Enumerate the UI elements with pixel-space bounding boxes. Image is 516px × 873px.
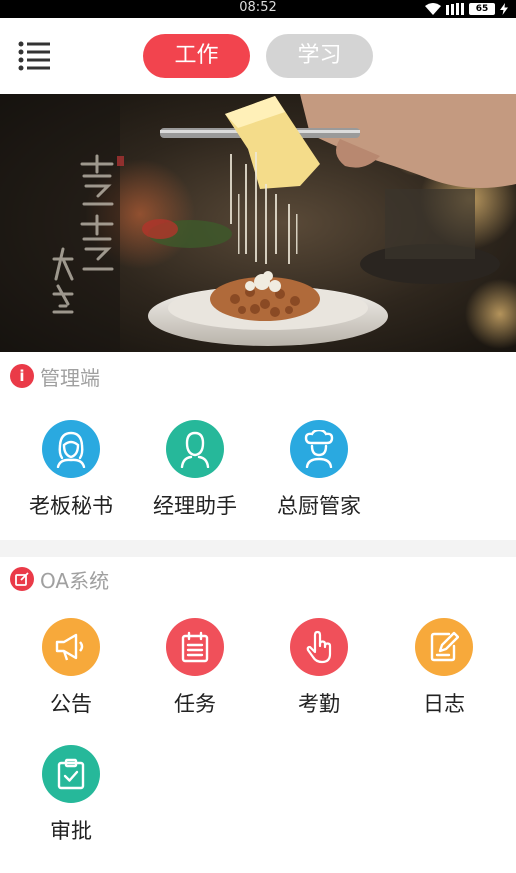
management-section-header: i 管理端 <box>10 362 100 390</box>
calendar-list-icon <box>166 618 224 676</box>
charging-icon <box>500 3 508 15</box>
section-divider <box>0 540 516 557</box>
chef-hat-icon <box>290 420 348 478</box>
tab-study[interactable]: 学习 <box>266 34 373 78</box>
attendance-button[interactable]: 考勤 <box>264 618 374 718</box>
oa-section-title: OA系统 <box>40 568 110 593</box>
edit-notebook-icon <box>415 618 473 676</box>
task-button[interactable]: 任务 <box>140 618 250 718</box>
edit-square-icon <box>10 567 34 591</box>
wifi-icon <box>425 3 441 15</box>
management-section-title: 管理端 <box>40 365 100 390</box>
boss-secretary-button[interactable]: 老板秘书 <box>16 420 126 520</box>
task-label: 任务 <box>174 692 216 716</box>
tab-work[interactable]: 工作 <box>143 34 250 78</box>
status-icons: 65 <box>425 1 508 17</box>
log-button[interactable]: 日志 <box>389 618 499 718</box>
head-chef-label: 总厨管家 <box>277 494 361 518</box>
battery-icon: 65 <box>469 3 495 15</box>
app-header: 工作 学习 <box>0 18 516 94</box>
info-icon: i <box>10 364 34 388</box>
woman-avatar-icon <box>42 420 100 478</box>
log-label: 日志 <box>423 692 465 716</box>
announcement-button[interactable]: 公告 <box>16 618 126 718</box>
oa-section-header: OA系统 <box>10 565 109 593</box>
approval-label: 审批 <box>50 819 92 843</box>
menu-list-icon <box>18 41 50 71</box>
manager-assistant-button[interactable]: 经理助手 <box>140 420 250 520</box>
menu-button[interactable] <box>18 40 52 72</box>
man-avatar-icon <box>166 420 224 478</box>
cooking-photo <box>0 94 516 352</box>
signal-icon <box>446 3 464 15</box>
announcement-label: 公告 <box>50 692 92 716</box>
manager-assistant-label: 经理助手 <box>153 494 237 518</box>
finger-tap-icon <box>290 618 348 676</box>
megaphone-icon <box>42 618 100 676</box>
boss-secretary-label: 老板秘书 <box>29 494 113 518</box>
banner-image[interactable] <box>0 94 516 352</box>
status-bar: 08:52 65 <box>0 0 516 18</box>
head-chef-button[interactable]: 总厨管家 <box>264 420 374 520</box>
approval-button[interactable]: 审批 <box>16 745 126 845</box>
tab-bar: 工作 学习 <box>143 34 373 78</box>
attendance-label: 考勤 <box>298 692 340 716</box>
clipboard-check-icon <box>42 745 100 803</box>
